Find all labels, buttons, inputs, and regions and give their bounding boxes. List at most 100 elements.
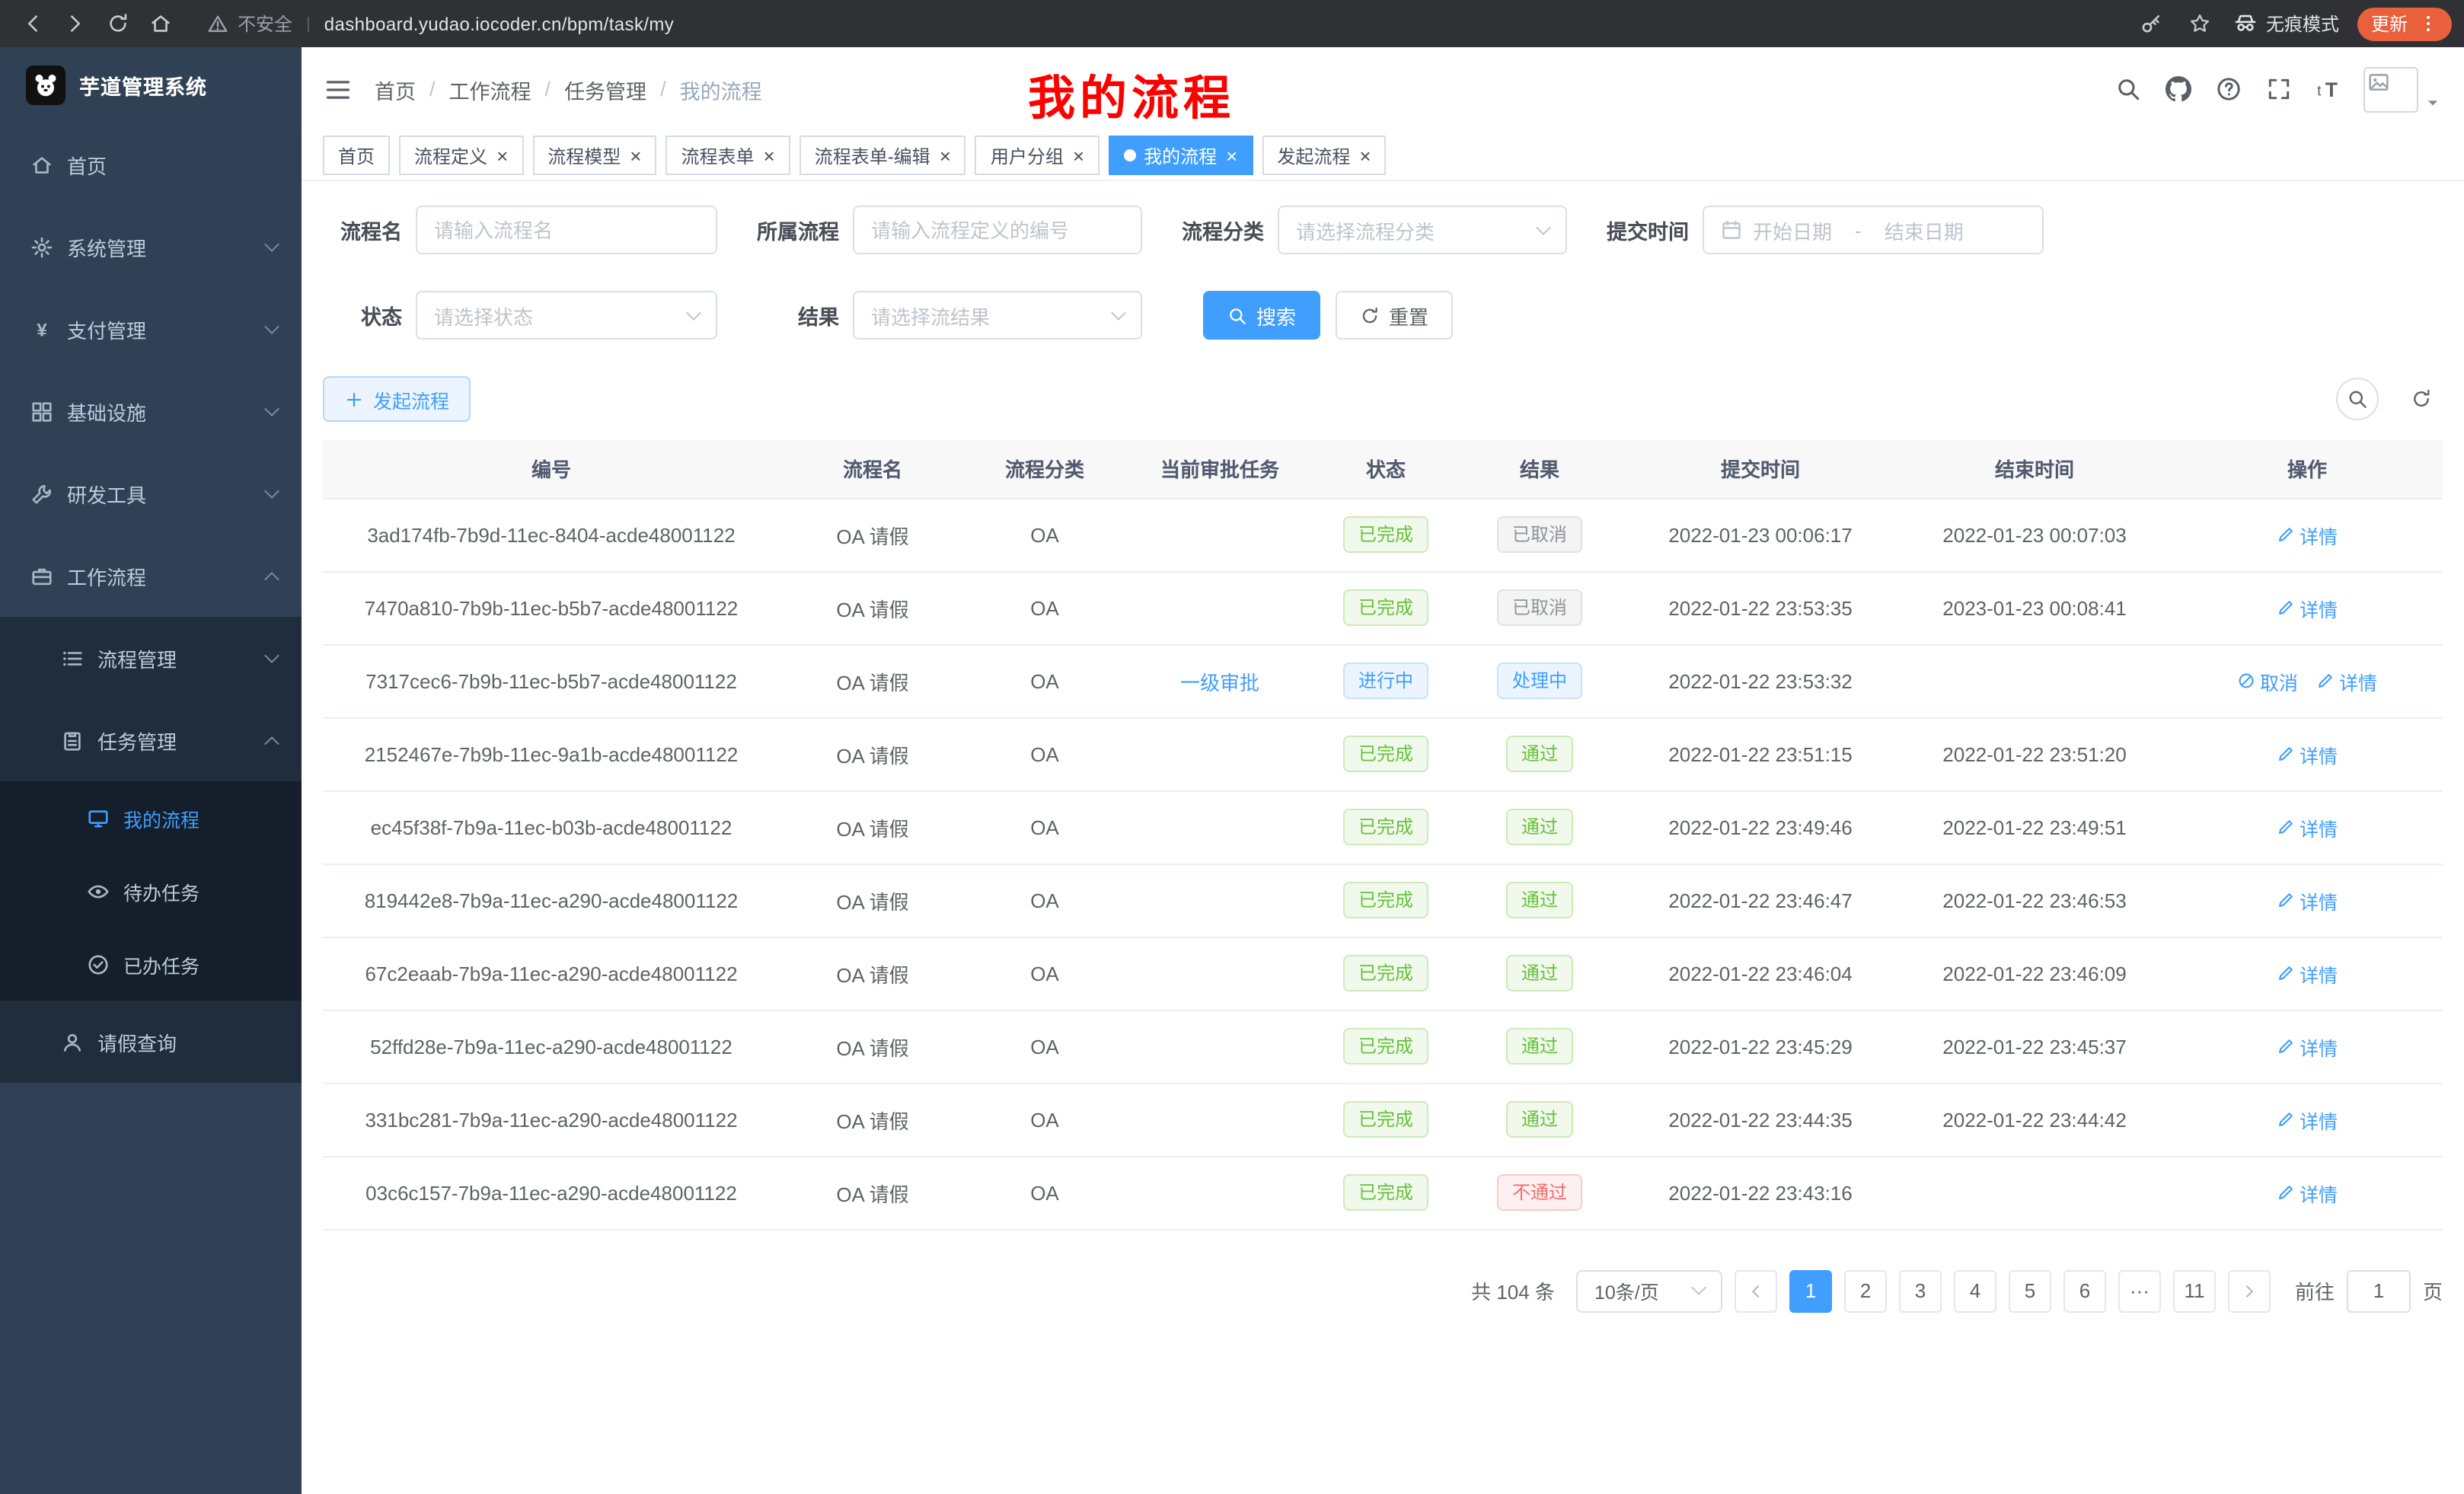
breadcrumb-item[interactable]: 首页 — [375, 74, 416, 104]
sidebar-item-task-mgmt[interactable]: 任务管理 — [0, 699, 302, 781]
refresh-icon — [1360, 305, 1380, 325]
close-icon[interactable]: × — [764, 145, 775, 165]
category-select[interactable]: 请选择流程分类 — [1278, 206, 1567, 254]
reset-button[interactable]: 重置 — [1336, 291, 1453, 340]
github-button[interactable] — [2166, 76, 2191, 102]
detail-link[interactable]: 详情 — [2277, 739, 2338, 768]
create-process-label: 发起流程 — [373, 385, 449, 413]
row-id: 03c6c157-7b9a-11ec-a290-acde48001122 — [323, 1156, 780, 1229]
detail-link[interactable]: 详情 — [2277, 959, 2338, 988]
sidebar-item-home[interactable]: 首页 — [0, 123, 302, 206]
sidebar-item-process-mgmt[interactable]: 流程管理 — [0, 617, 302, 699]
tab-0[interactable]: 首页 — [323, 136, 390, 175]
reload-button[interactable] — [97, 5, 137, 42]
fullscreen-button[interactable] — [2266, 76, 2292, 102]
close-icon[interactable]: × — [1226, 145, 1237, 165]
sidebar-item-my-process[interactable]: 我的流程 — [0, 781, 302, 854]
detail-link-label: 详情 — [2300, 812, 2338, 841]
search-button[interactable]: 搜索 — [1203, 291, 1320, 340]
prev-page-button[interactable] — [1735, 1269, 1777, 1312]
row-id: 2152467e-7b9b-11ec-9a1b-acde48001122 — [323, 717, 780, 790]
detail-link-label: 详情 — [2300, 593, 2338, 622]
sidebar-item-workflow[interactable]: 工作流程 — [0, 535, 302, 617]
detail-link[interactable]: 详情 — [2277, 812, 2338, 841]
goto-suffix: 页 — [2423, 1276, 2443, 1305]
tab-6[interactable]: 我的流程× — [1109, 136, 1253, 175]
page-size-select[interactable]: 10条/页 — [1576, 1269, 1722, 1312]
cancel-link[interactable]: 取消 — [2237, 666, 2298, 695]
next-page-button[interactable] — [2228, 1269, 2271, 1312]
current-task-link[interactable]: 一级审批 — [1180, 671, 1259, 694]
detail-link[interactable]: 详情 — [2277, 593, 2338, 622]
search-toggle-button[interactable] — [2336, 378, 2379, 420]
page-button-3[interactable]: 3 — [1899, 1269, 1942, 1312]
status-badge: 已完成 — [1343, 516, 1428, 553]
result-select[interactable]: 请选择流结果 — [853, 291, 1142, 340]
sidebar-item-todo-task[interactable]: 待办任务 — [0, 854, 302, 927]
detail-link[interactable]: 详情 — [2316, 666, 2377, 695]
tab-5[interactable]: 用户分组× — [975, 136, 1100, 175]
search-button[interactable] — [2115, 76, 2141, 102]
star-button[interactable] — [2185, 5, 2216, 42]
page-button-6[interactable]: 6 — [2063, 1269, 2106, 1312]
tab-7[interactable]: 发起流程× — [1262, 136, 1386, 175]
tab-1[interactable]: 流程定义× — [399, 136, 523, 175]
page-button-4[interactable]: 4 — [1954, 1269, 1996, 1312]
close-icon[interactable]: × — [630, 145, 641, 165]
breadcrumb-item[interactable]: 任务管理 — [564, 74, 646, 104]
tab-2[interactable]: 流程模型× — [532, 136, 656, 175]
close-icon[interactable]: × — [1073, 145, 1084, 165]
sidebar-item-devtools[interactable]: 研发工具 — [0, 452, 302, 535]
help-button[interactable] — [2216, 76, 2242, 102]
page-button-5[interactable]: 5 — [2009, 1269, 2051, 1312]
sidebar-item-done-task[interactable]: 已办任务 — [0, 927, 302, 1001]
submit-time-range[interactable]: 开始日期 - 结束日期 — [1703, 206, 2044, 254]
sidebar-item-system[interactable]: 系统管理 — [0, 206, 302, 288]
sidebar-item-payment[interactable]: ¥支付管理 — [0, 288, 302, 370]
breadcrumb-item[interactable]: 工作流程 — [449, 74, 531, 104]
close-icon[interactable]: × — [1359, 145, 1371, 165]
sidebar-item-infrastructure[interactable]: 基础设施 — [0, 370, 302, 452]
status-select[interactable]: 请选择状态 — [416, 291, 717, 340]
row-process-name: OA 请假 — [780, 937, 965, 1010]
update-button[interactable]: 更新 — [2357, 7, 2452, 40]
tab-label: 流程表单-编辑 — [815, 142, 930, 168]
forward-button[interactable] — [55, 5, 94, 42]
tab-3[interactable]: 流程表单× — [665, 136, 790, 175]
breadcrumb-item[interactable]: 我的流程 — [680, 74, 762, 104]
app-logo[interactable]: 芋道管理系统 — [0, 47, 302, 123]
page-button-1[interactable]: 1 — [1789, 1269, 1832, 1312]
refresh-table-button[interactable] — [2400, 378, 2443, 420]
sidebar-item-leave-query[interactable]: 请假查询 — [0, 1001, 302, 1083]
key-button[interactable] — [2137, 5, 2167, 42]
avatar[interactable] — [2363, 66, 2441, 112]
back-button[interactable] — [12, 5, 52, 42]
edit-icon — [2277, 1183, 2295, 1202]
detail-link[interactable]: 详情 — [2277, 886, 2338, 915]
page-button-11[interactable]: 11 — [2173, 1269, 2216, 1312]
row-actions: 详情 — [2172, 1083, 2443, 1156]
home-button[interactable] — [140, 5, 180, 42]
detail-link[interactable]: 详情 — [2277, 1032, 2338, 1061]
sidebar-item-label: 请假查询 — [97, 1027, 277, 1056]
row-submit-time: 2022-01-22 23:44:35 — [1623, 1083, 1897, 1156]
chevron-down-icon — [686, 305, 701, 320]
definition-input[interactable] — [871, 219, 1124, 241]
menu-fold-icon[interactable] — [324, 75, 352, 103]
page-ellipsis[interactable]: ··· — [2118, 1269, 2161, 1312]
security-label: 不安全 — [238, 11, 292, 37]
close-icon[interactable]: × — [940, 145, 951, 165]
create-process-button[interactable]: 发起流程 — [323, 376, 471, 422]
more-menu-icon[interactable] — [2418, 14, 2438, 34]
tab-4[interactable]: 流程表单-编辑 × — [800, 136, 966, 175]
page-button-2[interactable]: 2 — [1844, 1269, 1887, 1312]
process-name-input[interactable] — [434, 219, 699, 241]
goto-page-input[interactable] — [2347, 1269, 2411, 1312]
detail-link[interactable]: 详情 — [2277, 1178, 2338, 1207]
font-size-button[interactable]: tT — [2316, 76, 2342, 102]
detail-link[interactable]: 详情 — [2277, 520, 2338, 549]
close-icon[interactable]: × — [496, 145, 508, 165]
row-end-time: 2022-01-23 00:07:03 — [1897, 498, 2172, 571]
address-bar[interactable]: 不安全 | dashboard.yudao.iocoder.cn/bpm/tas… — [195, 5, 2121, 42]
detail-link[interactable]: 详情 — [2277, 1105, 2338, 1134]
